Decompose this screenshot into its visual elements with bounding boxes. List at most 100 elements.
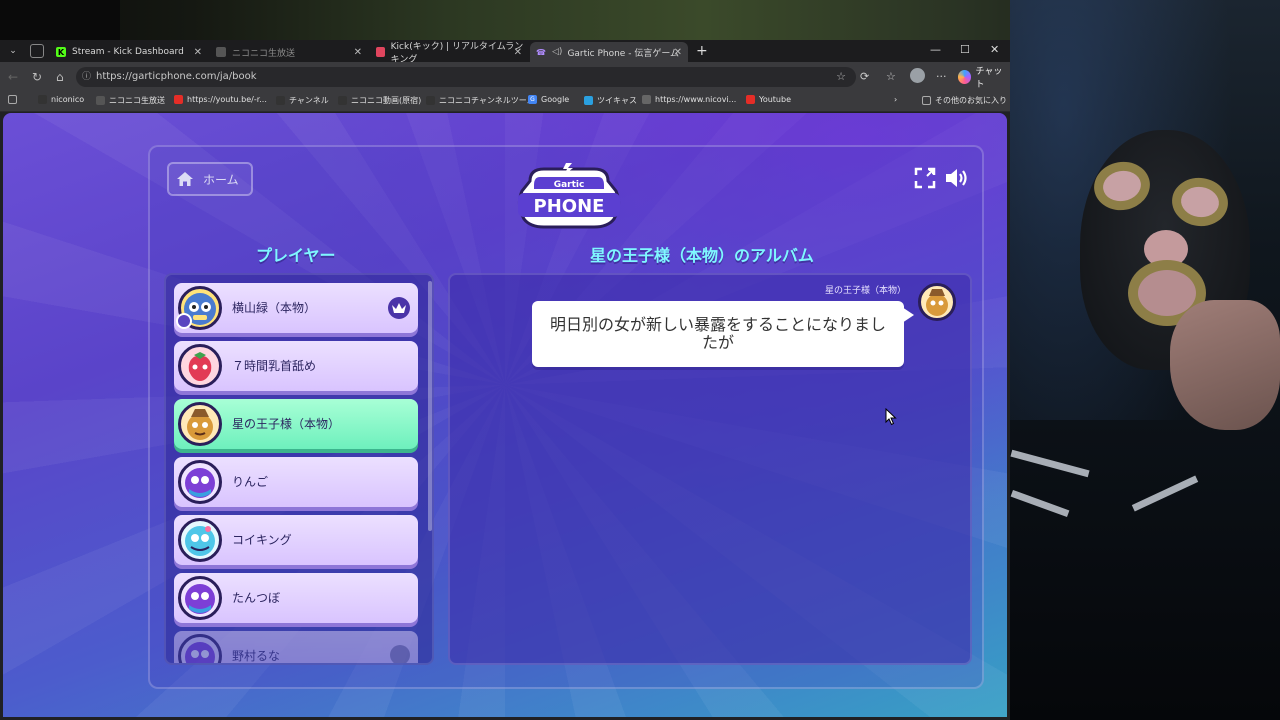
home-icon[interactable]: ⌂ [56,70,64,84]
message-bubble: 明日別の女が新しい暴露をすることになりましたが [532,301,914,367]
page-icon [216,47,226,57]
player-avatar [178,344,222,388]
browser-window: ⌄ K Stream - Kick Dashboard ✕ ニコニコ生放送 ✕ … [0,40,1010,720]
close-icon[interactable]: ✕ [354,47,362,58]
bookmark-channel[interactable]: チャンネル [276,95,329,106]
extensions-icon[interactable]: ⟳ [860,70,869,83]
players-list[interactable]: 横山緑（本物） ７時間乳首舐め 星の王子様（本物） りんご コイキング たんつぼ… [164,273,434,665]
close-icon[interactable]: ✕ [194,47,202,58]
bookmark-label: ニコニコチャンネルツール [439,96,535,105]
bookmark-label: https://www.nicovi... [655,95,737,104]
home-label: ホーム [203,172,239,187]
crown-icon [388,297,410,319]
bookmark-nicovideo[interactable]: https://www.nicovi... [642,95,736,104]
other-bookmarks[interactable]: その他のお気に入り [922,95,1007,106]
home-button[interactable]: ホーム [167,162,253,196]
bookmark-label: チャンネル [289,96,329,105]
player-avatar [178,518,222,562]
address-bar-row: ← ↻ ⌂ ⓘ https://garticphone.com/ja/book … [0,62,1010,92]
favorite-star-icon[interactable]: ☆ [836,67,846,87]
kick-icon: K [56,47,66,57]
player-item[interactable]: たんつぼ [174,573,418,623]
url-field[interactable]: ⓘ https://garticphone.com/ja/book ☆ [76,67,856,87]
players-title: プレイヤー [256,246,336,265]
bookmark-label: ツイキャス [597,96,637,105]
player-item-faded[interactable]: 野村るな [174,631,418,663]
player-name: ７時間乳首舐め [232,359,317,373]
reload-icon[interactable]: ↻ [32,70,42,84]
folder-icon [922,96,931,105]
bookmarks-bar: niconico ニコニコ生放送 https://youtu.be/-r... … [0,92,1010,112]
crown-glyph [392,303,406,313]
purple-bird-avatar-icon [185,584,215,614]
player-item[interactable]: 横山緑（本物） [174,283,418,333]
youtube-icon [746,95,755,104]
maximize-icon[interactable]: ☐ [960,43,970,56]
players-scrollbar[interactable] [428,281,432,531]
profile-avatar[interactable] [910,68,925,83]
bookmark-google[interactable]: G Google [528,95,569,104]
back-icon[interactable]: ← [8,70,18,84]
close-icon[interactable]: ✕ [674,47,682,58]
bookmark-label: niconico [51,95,85,104]
ranking-icon [376,47,385,57]
player-name: 横山緑（本物） [232,301,317,315]
speaker-icon[interactable]: ◁) [552,47,562,57]
bookmark-youtube[interactable]: Youtube [746,95,791,104]
bookmark-nico-douga[interactable]: ニコニコ動画(原宿) [338,95,421,106]
tab-kick-ranking[interactable]: Kick(キック) | リアルタイムランキング ✕ [370,42,528,65]
copilot-chat-button[interactable]: チャット [958,67,1010,90]
new-tab-icon[interactable]: + [696,43,708,59]
bookmark-label: その他のお気に入り [935,96,1007,105]
twitcasting-icon [584,96,593,105]
player-name: たんつぼ [232,591,281,605]
webcam-feed [1010,0,1280,720]
tab-list-icon[interactable]: ⌄ [6,44,20,58]
mouse-cursor-icon [885,408,897,426]
tab-gartic-phone[interactable]: ☎ ◁) Gartic Phone - 伝言ゲーム ✕ [530,42,688,62]
close-icon[interactable]: ✕ [514,47,522,58]
strawberry-avatar-icon [188,352,212,381]
fullscreen-icon[interactable] [914,167,936,189]
prince-avatar-icon [926,289,948,316]
bookmark-niconico[interactable]: niconico [38,95,84,104]
sound-icon[interactable] [944,166,970,190]
logo-bottom-text: PHONE [534,196,605,217]
player-item[interactable]: コイキング [174,515,418,565]
url-text: https://garticphone.com/ja/book [96,71,257,82]
player-name: 野村るな [232,649,281,663]
hoodie-stripe [1010,449,1090,478]
player-item[interactable]: ７時間乳首舐め [174,341,418,391]
bookmarks-menu-icon[interactable] [8,95,21,104]
favorites-icon[interactable]: ☆ [886,70,896,83]
player-item[interactable]: りんご [174,457,418,507]
workspaces-icon[interactable] [30,44,44,58]
message-author: 星の王子様（本物） [824,286,906,296]
site-info-icon[interactable]: ⓘ [82,67,91,87]
bookmark-list-icon [8,95,17,104]
gartic-phone-game: ホーム Gartic PHONE プレイヤー 星の王子様（本物）のアルバム 横山… [3,113,1007,717]
bookmark-youtu-be[interactable]: https://youtu.be/-r... [174,95,267,104]
more-menu-icon[interactable]: ··· [936,70,947,83]
tab-kick-dashboard[interactable]: K Stream - Kick Dashboard ✕ [50,42,208,62]
youtube-icon [174,95,183,104]
tab-bar: ⌄ K Stream - Kick Dashboard ✕ ニコニコ生放送 ✕ … [0,40,1010,65]
player-item-active[interactable]: 星の王子様（本物） [174,399,418,449]
bookmark-label: ニコニコ動画(原宿) [351,96,422,105]
mask-eye-right [1168,174,1232,230]
you-indicator-icon [176,313,192,329]
bookmark-niconico-live[interactable]: ニコニコ生放送 [96,95,165,106]
minimize-icon[interactable]: — [930,43,941,56]
gartic-phone-logo: Gartic PHONE [517,163,621,229]
bookmarks-overflow-icon[interactable]: › [894,95,897,104]
tab-niconico-live[interactable]: ニコニコ生放送 ✕ [210,42,368,62]
niconico-icon [38,95,47,104]
album-panel: ホーム Gartic PHONE プレイヤー 星の王子様（本物）のアルバム 横山… [148,145,984,689]
bookmark-twitcasting[interactable]: ツイキャス [584,95,637,106]
niconico-live-icon [96,96,105,105]
bookmark-channel-tool[interactable]: ニコニコチャンネルツール [426,95,535,106]
tab-label: Gartic Phone - 伝言ゲーム [567,48,680,59]
channel-icon [426,96,435,105]
close-window-icon[interactable]: ✕ [990,43,999,56]
blue-fish-avatar-icon [185,526,215,556]
